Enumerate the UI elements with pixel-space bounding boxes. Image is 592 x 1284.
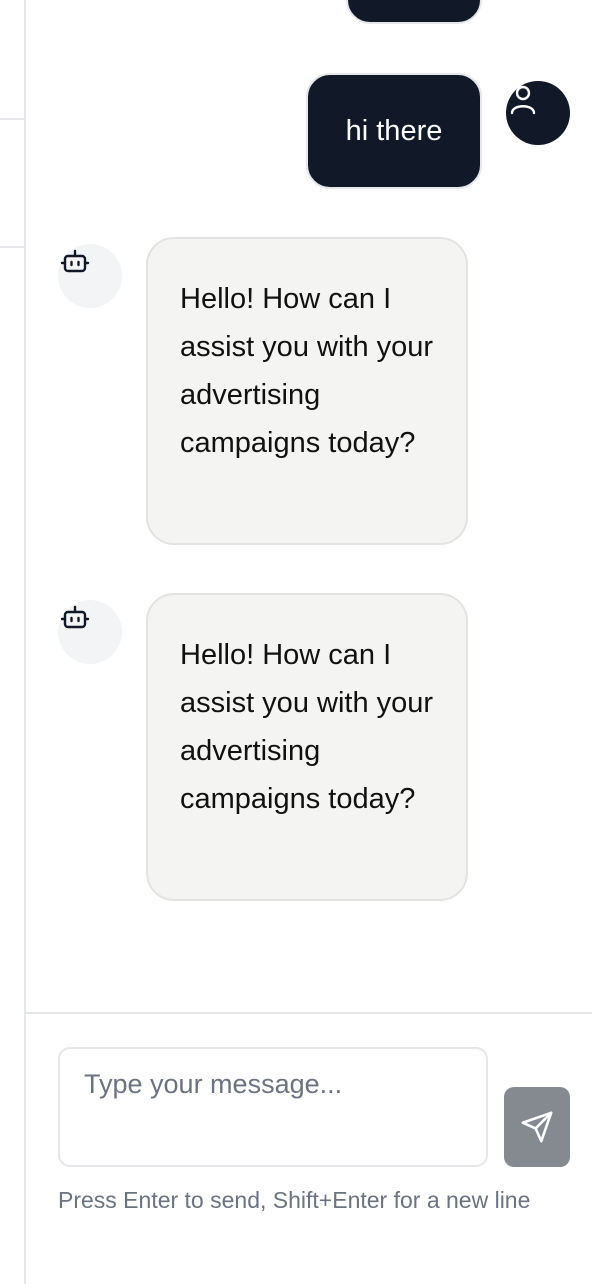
message-input[interactable] [58,1047,488,1167]
send-icon [521,1111,553,1143]
previous-message-bubble [346,0,482,24]
bot-icon [60,249,90,273]
assistant-message-text: Hello! How can I assist you with your ad… [180,639,434,815]
user-avatar [506,81,570,145]
sidebar-divider [0,118,24,120]
bot-icon [60,605,90,629]
assistant-message-text: Hello! How can I assist you with your ad… [180,283,434,459]
assistant-message-bubble: Hello! How can I assist you with your ad… [146,593,468,901]
sidebar-divider [0,246,24,248]
user-icon [510,85,536,115]
assistant-message-bubble: Hello! How can I assist you with your ad… [146,237,468,545]
assistant-avatar [58,600,122,664]
assistant-avatar [58,244,122,308]
sidebar [0,0,26,1284]
user-message-text: hi there [345,115,443,147]
chat-page: hi there Hello! How can I assist you wit… [0,0,592,1284]
message-list[interactable]: hi there Hello! How can I assist you wit… [26,0,592,1012]
composer-divider [26,1012,592,1014]
user-message-bubble: hi there [306,73,482,189]
composer-hint: Press Enter to send, Shift+Enter for a n… [58,1187,531,1213]
send-button[interactable] [504,1087,570,1167]
